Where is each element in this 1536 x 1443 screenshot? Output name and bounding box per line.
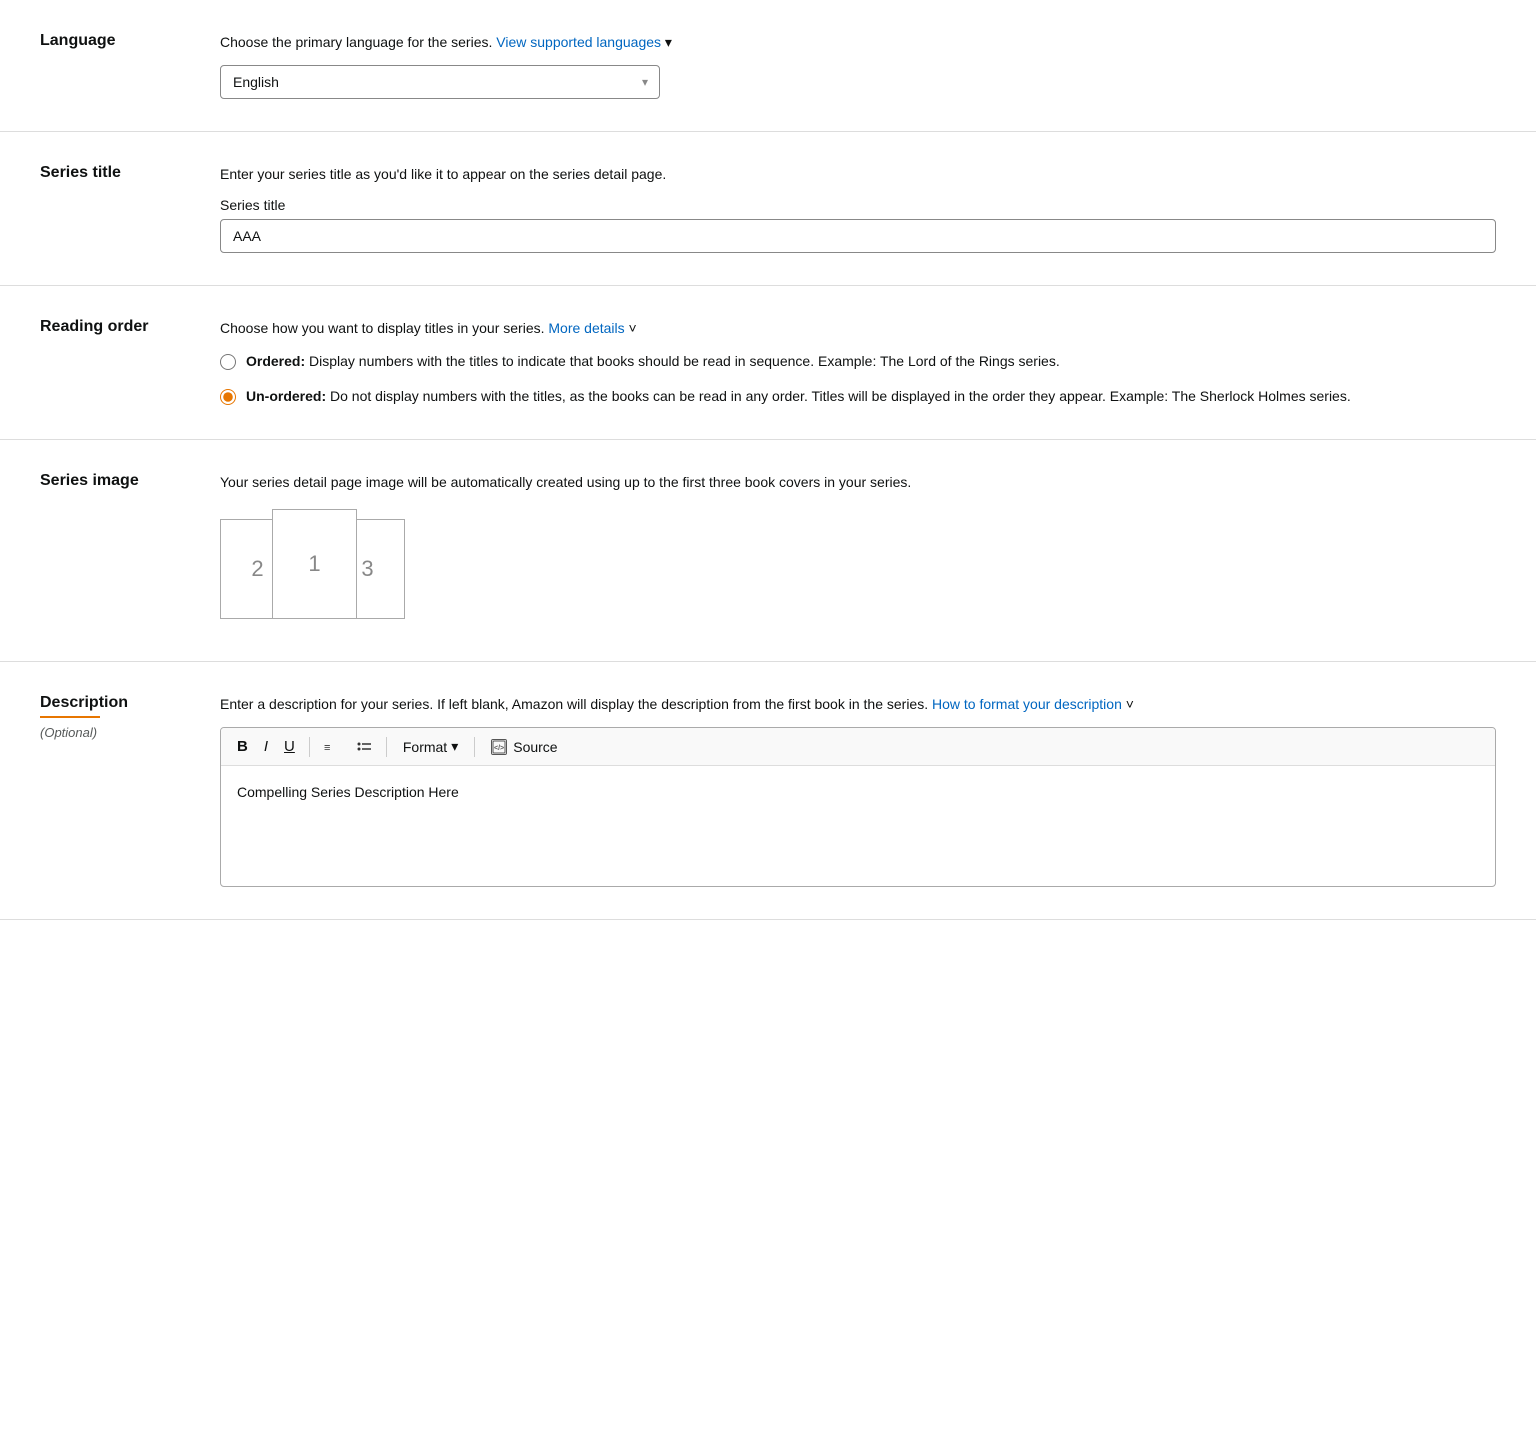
format-dropdown-button[interactable]: Format ▾ [395,734,466,759]
description-editor: B I U ≡ [220,727,1496,887]
reading-order-label-area: Reading order [40,318,220,407]
reading-order-chevron: ˅ [629,320,637,336]
unordered-bold-text: Un-ordered: [246,388,326,404]
view-supported-languages-link[interactable]: View supported languages [496,34,661,50]
series-title-field-label: Series title [220,197,1496,213]
unordered-radio[interactable] [220,389,236,405]
editor-toolbar: B I U ≡ [221,728,1495,766]
source-button[interactable]: </> Source [483,735,565,759]
ordered-list-button[interactable]: ≡ [318,735,346,759]
language-content: Choose the primary language for the seri… [220,32,1496,99]
book-cover-2-number: 2 [251,556,263,582]
reading-order-more-details-link[interactable]: More details [548,320,624,336]
description-heading: Description [40,694,196,712]
language-link-chevron: ▾ [665,34,672,50]
svg-text:≡: ≡ [324,742,330,754]
description-optional: (Optional) [40,725,97,740]
book-cover-1: 1 [272,509,357,619]
description-chevron: ˅ [1126,696,1134,712]
italic-button[interactable]: I [258,734,274,759]
language-select[interactable]: English French German Spanish Italian Po… [220,65,660,99]
book-cover-1-number: 1 [308,551,320,577]
format-label: Format [403,739,447,755]
reading-order-heading: Reading order [40,318,196,336]
description-content: Enter a description for your series. If … [220,694,1496,887]
source-label: Source [513,739,557,755]
ordered-text: Display numbers with the titles to indic… [305,353,1060,369]
ordered-label[interactable]: Ordered: Display numbers with the titles… [246,351,1060,372]
source-icon: </> [491,739,507,755]
book-cover-3-number: 3 [361,556,373,582]
series-image-label-area: Series image [40,472,220,629]
series-title-content: Enter your series title as you'd like it… [220,164,1496,253]
series-title-section: Series title Enter your series title as … [0,132,1536,286]
series-image-heading: Series image [40,472,196,490]
series-image-description: Your series detail page image will be au… [220,472,1496,493]
svg-text:</>: </> [494,745,504,752]
unordered-label[interactable]: Un-ordered: Do not display numbers with … [246,386,1351,407]
book-covers-preview: 2 1 3 [220,509,420,629]
ordered-radio[interactable] [220,354,236,370]
editor-body[interactable]: Compelling Series Description Here [221,766,1495,886]
toolbar-divider-3 [474,737,475,757]
description-section: Description (Optional) Enter a descripti… [0,662,1536,920]
series-title-input[interactable] [220,219,1496,253]
unordered-radio-item: Un-ordered: Do not display numbers with … [220,386,1496,407]
description-text: Enter a description for your series. If … [220,694,1496,715]
reading-order-section: Reading order Choose how you want to dis… [0,286,1536,440]
description-underline [40,716,100,718]
reading-order-description: Choose how you want to display titles in… [220,318,1496,339]
reading-order-radio-group: Ordered: Display numbers with the titles… [220,351,1496,407]
toolbar-divider-1 [309,737,310,757]
language-label-area: Language [40,32,220,99]
language-description: Choose the primary language for the seri… [220,32,1496,53]
description-label-area: Description (Optional) [40,694,220,887]
unordered-list-button[interactable] [350,735,378,759]
language-select-wrapper: English French German Spanish Italian Po… [220,65,660,99]
series-image-section: Series image Your series detail page ima… [0,440,1536,662]
series-title-description: Enter your series title as you'd like it… [220,164,1496,185]
underline-button[interactable]: U [278,734,301,759]
editor-content: Compelling Series Description Here [237,784,459,800]
language-heading: Language [40,32,196,50]
ordered-radio-item: Ordered: Display numbers with the titles… [220,351,1496,372]
language-section: Language Choose the primary language for… [0,0,1536,132]
bold-button[interactable]: B [231,734,254,759]
series-image-content: Your series detail page image will be au… [220,472,1496,629]
ordered-bold-text: Ordered: [246,353,305,369]
reading-order-content: Choose how you want to display titles in… [220,318,1496,407]
toolbar-divider-2 [386,737,387,757]
format-chevron: ▾ [451,738,458,755]
series-title-heading: Series title [40,164,196,182]
unordered-text: Do not display numbers with the titles, … [326,388,1351,404]
series-title-label-area: Series title [40,164,220,253]
how-to-format-link[interactable]: How to format your description [932,696,1122,712]
